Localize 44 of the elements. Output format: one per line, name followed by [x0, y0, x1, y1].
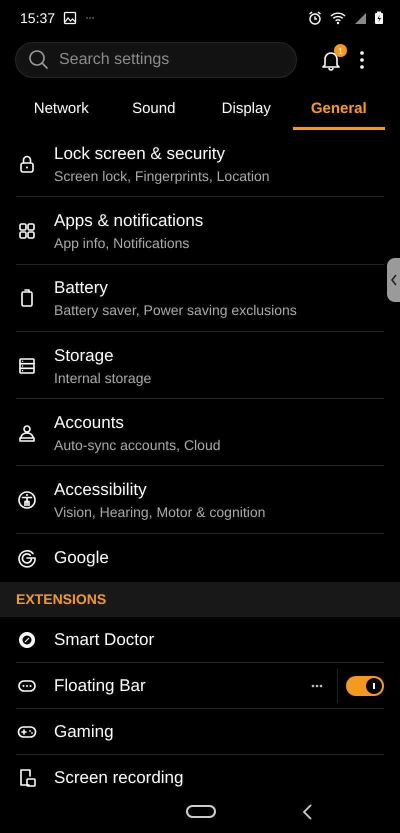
chevron-left-icon — [390, 274, 398, 286]
setting-title: Gaming — [54, 722, 114, 742]
tab[interactable]: Network — [15, 90, 108, 130]
setting-title: Google — [54, 548, 109, 568]
setting-description: Auto-sync accounts, Cloud — [54, 436, 221, 453]
more-horizontal-icon — [85, 14, 96, 20]
setting-title: Accounts — [54, 412, 124, 433]
battery-charging-icon — [374, 10, 384, 24]
setting-title: Accessibility — [54, 480, 147, 500]
accessibility-icon — [16, 489, 38, 512]
tab[interactable]: Sound — [108, 90, 200, 130]
side-panel-handle[interactable] — [387, 258, 400, 302]
setting-description: Screen lock, Fingerprints, Location — [54, 168, 270, 184]
setting-title: Battery — [54, 278, 108, 298]
clock-time: 15:37 — [20, 10, 56, 26]
setting-description: Internal storage — [54, 370, 152, 386]
tab[interactable]: Display — [200, 90, 292, 130]
back-button[interactable] — [302, 804, 313, 820]
section-header: EXTENSIONS — [16, 591, 106, 608]
toggle-switch[interactable] — [346, 676, 384, 696]
image-icon — [63, 10, 78, 24]
setting-description: Vision, Hearing, Motor & cognition — [54, 504, 266, 520]
bell-icon — [320, 49, 342, 71]
notification-badge: 1 — [334, 44, 347, 57]
setting-title: Smart Doctor — [54, 630, 154, 650]
setting-title: Screen recording — [54, 768, 184, 788]
signal-icon — [354, 10, 366, 24]
setting-description: Battery saver, Power saving exclusions — [54, 302, 297, 318]
home-button[interactable] — [186, 805, 216, 818]
search-field[interactable]: Search settings — [15, 42, 297, 78]
more-horizontal-icon — [311, 684, 323, 688]
setting-description: App info, Notifications — [54, 234, 190, 251]
back-icon — [302, 804, 313, 820]
home-pill-icon — [186, 805, 216, 818]
search-icon — [28, 49, 50, 71]
more-vertical-icon — [359, 50, 365, 70]
tab[interactable]: General — [292, 90, 385, 130]
alarm-icon — [308, 10, 322, 24]
setting-title: Floating Bar — [54, 676, 146, 696]
wifi-icon — [330, 10, 346, 24]
setting-title: Lock screen & security — [54, 144, 226, 164]
more-options-button[interactable] — [359, 50, 365, 70]
setting-title: Storage — [54, 346, 114, 366]
setting-title: Apps & notifications — [54, 210, 204, 231]
